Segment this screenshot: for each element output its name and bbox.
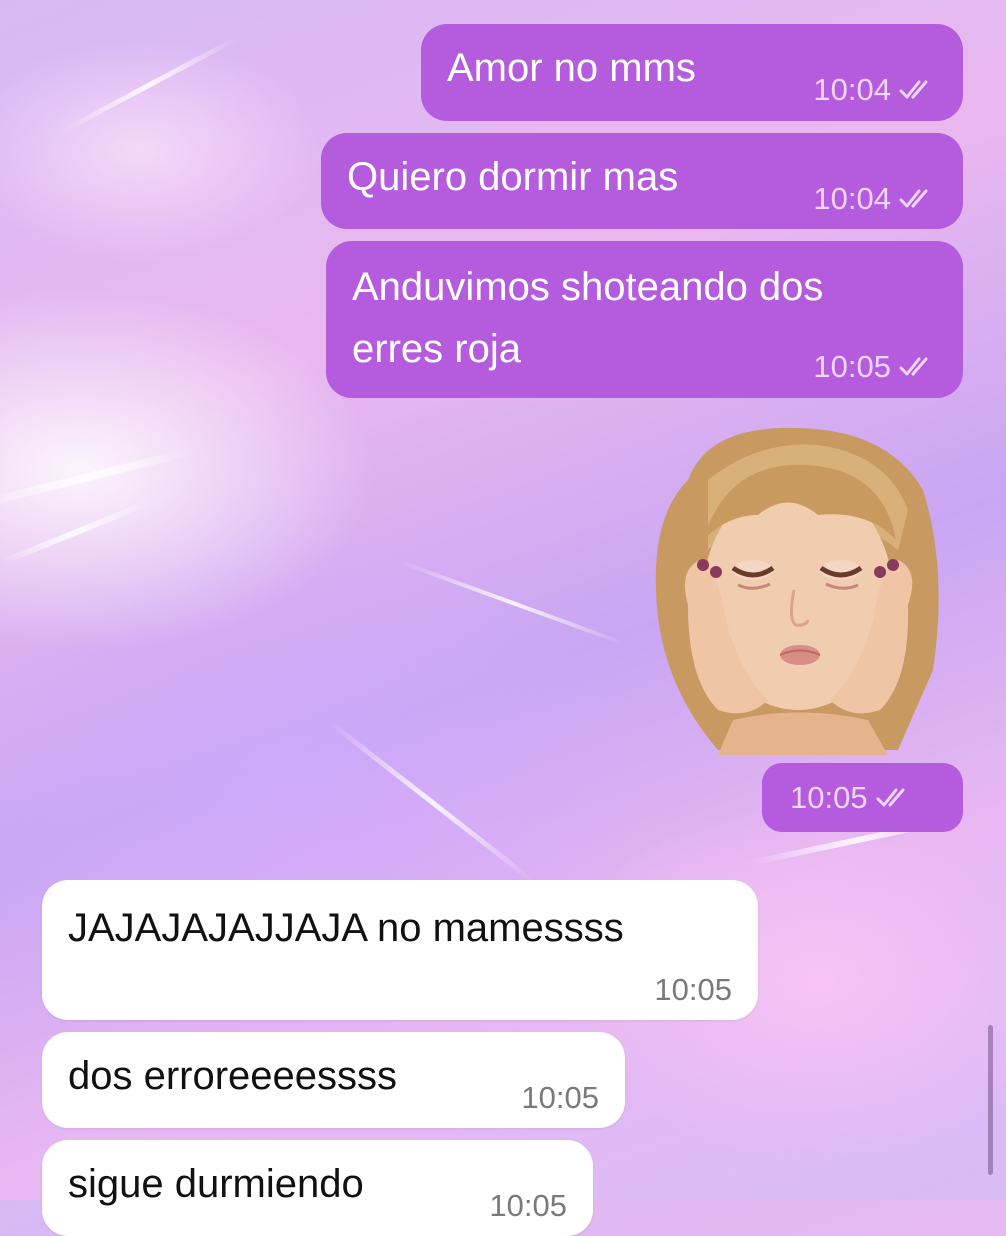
message-time: 10:05 [813, 349, 891, 384]
message-meta: 10:05 [790, 780, 916, 816]
message-meta: 10:05 [489, 1188, 567, 1224]
tired-child-face-icon [655, 427, 939, 755]
scrollbar[interactable] [988, 1025, 993, 1175]
double-check-icon [899, 189, 928, 208]
message-time: 10:04 [813, 181, 891, 216]
message-meta: 10:05 [521, 1080, 599, 1116]
message-text: Quiero dormir mas [347, 155, 679, 199]
message-time: 10:05 [489, 1188, 567, 1223]
message-time: 10:05 [654, 972, 732, 1007]
message-bubble-outgoing[interactable]: Quiero dormir mas 10:04 [321, 133, 963, 229]
message-bubble-incoming[interactable]: JAJAJAJAJJAJA no mamessss 10:05 [42, 880, 758, 1020]
message-text: sigue durmiendo [68, 1162, 364, 1206]
message-text: dos erroreeeessss [68, 1054, 398, 1098]
sticker-tired-child[interactable] [648, 420, 948, 755]
message-meta: 10:05 [654, 972, 732, 1008]
sticker-time-badge: 10:05 [762, 763, 963, 832]
message-text-line-2: erres roja [352, 327, 521, 371]
message-time: 10:05 [790, 780, 868, 815]
message-time: 10:04 [813, 72, 891, 107]
double-check-icon [899, 80, 928, 99]
message-meta: 10:05 [813, 349, 939, 385]
double-check-icon [899, 357, 928, 376]
message-meta: 10:04 [813, 181, 939, 217]
message-bubble-incoming[interactable]: sigue durmiendo 10:05 [42, 1140, 593, 1236]
message-time: 10:05 [521, 1080, 599, 1115]
message-meta: 10:04 [813, 72, 939, 108]
message-bubble-incoming[interactable]: dos erroreeeessss 10:05 [42, 1032, 625, 1128]
message-text-line-1: Anduvimos shoteando dos [352, 265, 824, 309]
double-check-icon [876, 788, 905, 807]
message-text: Amor no mms [447, 46, 696, 90]
message-bubble-outgoing[interactable]: Amor no mms 10:04 [421, 24, 963, 121]
message-bubble-outgoing[interactable]: Anduvimos shoteando dos erres roja 10:05 [326, 241, 963, 398]
message-text: JAJAJAJAJJAJA no mamessss [68, 906, 624, 950]
